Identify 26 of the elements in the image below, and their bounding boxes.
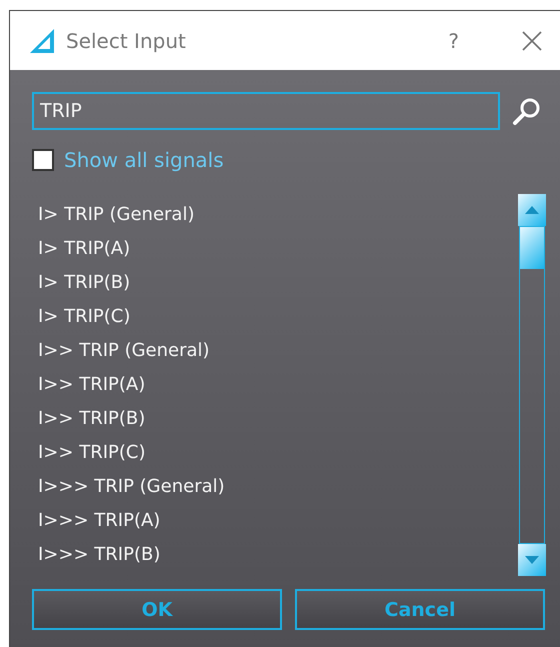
search-field[interactable]: TRIP — [32, 92, 500, 130]
checkbox-label: Show all signals — [64, 148, 224, 172]
window-title: Select Input — [66, 28, 187, 52]
list-item[interactable]: I>> TRIP(B) — [38, 402, 518, 436]
list-item[interactable]: I>>> TRIP (General) — [38, 470, 518, 504]
list-item[interactable]: I>> TRIP(C) — [38, 436, 518, 470]
up-arrow-icon — [525, 206, 539, 214]
scroll-thumb[interactable] — [520, 227, 544, 269]
scroll-down-button[interactable] — [518, 544, 546, 576]
list-item[interactable]: I>> TRIP (General) — [38, 334, 518, 368]
list-item[interactable]: I>> TRIP(A) — [38, 368, 518, 402]
logo-icon — [28, 26, 56, 54]
close-icon[interactable] — [521, 30, 543, 52]
list-item[interactable]: I> TRIP(A) — [38, 232, 518, 266]
list-item[interactable]: I> TRIP (General) — [38, 198, 518, 232]
list-item[interactable]: I>>> TRIP(A) — [38, 504, 518, 538]
scroll-up-button[interactable] — [518, 194, 546, 226]
list-item[interactable]: I> TRIP(B) — [38, 266, 518, 300]
cancel-button[interactable]: Cancel — [295, 589, 545, 630]
down-arrow-icon — [525, 556, 539, 564]
ok-button[interactable]: OK — [32, 589, 282, 630]
search-icon[interactable] — [512, 96, 542, 126]
help-button[interactable]: ? — [448, 28, 459, 52]
list-item[interactable]: I>>> TRIP(B) — [38, 538, 518, 572]
list-item[interactable]: I> TRIP(C) — [38, 300, 518, 334]
checkbox[interactable] — [32, 149, 54, 171]
